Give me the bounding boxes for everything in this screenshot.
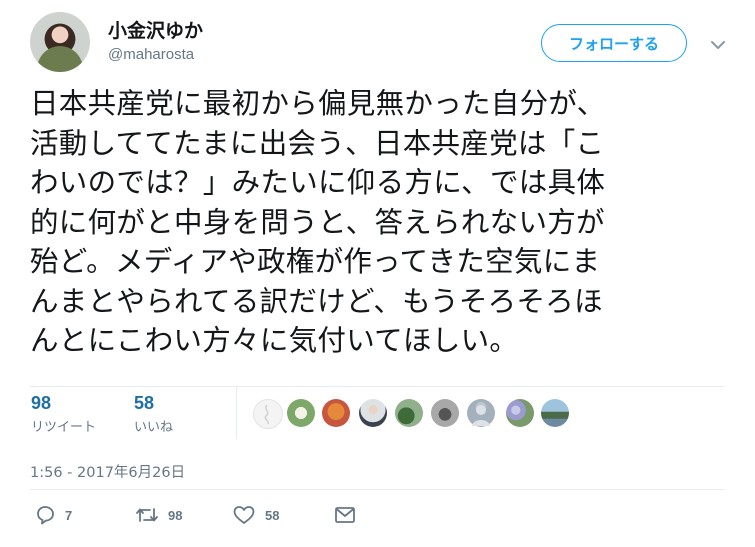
message-button[interactable]	[333, 504, 357, 526]
reply-count: 7	[65, 507, 73, 523]
message-icon	[333, 505, 357, 525]
liker-avatar[interactable]	[287, 399, 315, 427]
retweet-icon	[135, 505, 159, 525]
liker-avatar[interactable]	[359, 399, 387, 427]
divider	[30, 386, 724, 387]
retweet-count: 98	[31, 393, 52, 413]
follow-button-label: フォローする	[568, 34, 659, 53]
like-action-count: 58	[265, 507, 280, 523]
heart-icon	[232, 505, 256, 525]
user-handle[interactable]: @maharosta	[108, 46, 194, 63]
reply-button[interactable]: 7	[34, 504, 72, 526]
liker-avatar[interactable]	[253, 399, 283, 429]
timestamp[interactable]: 1:56 - 2017年6月26日	[30, 461, 185, 482]
tweet-text: 日本共産党に最初から偏見無かった自分が、 活動しててたまに出会う、日本共産党は「…	[30, 87, 606, 357]
avatar[interactable]	[30, 12, 90, 72]
retweet-label: リツイート	[31, 420, 97, 435]
like-count: 58	[134, 393, 155, 413]
reply-icon	[34, 505, 56, 525]
like-label: いいね	[134, 420, 174, 435]
follow-button[interactable]: フォローする	[541, 24, 687, 62]
liker-avatar[interactable]	[506, 399, 534, 427]
retweet-action-count: 98	[168, 507, 183, 523]
chevron-down-icon[interactable]	[710, 36, 726, 49]
divider	[30, 489, 724, 490]
liker-avatar[interactable]	[322, 399, 350, 427]
liker-avatar[interactable]	[541, 399, 569, 427]
liker-avatar[interactable]	[467, 399, 495, 427]
stats-separator	[236, 387, 237, 439]
liker-avatar[interactable]	[395, 399, 423, 427]
display-name[interactable]: 小金沢ゆか	[108, 16, 203, 43]
liker-avatar[interactable]	[431, 399, 459, 427]
retweet-button[interactable]: 98	[135, 504, 182, 526]
like-button[interactable]: 58	[232, 504, 279, 526]
